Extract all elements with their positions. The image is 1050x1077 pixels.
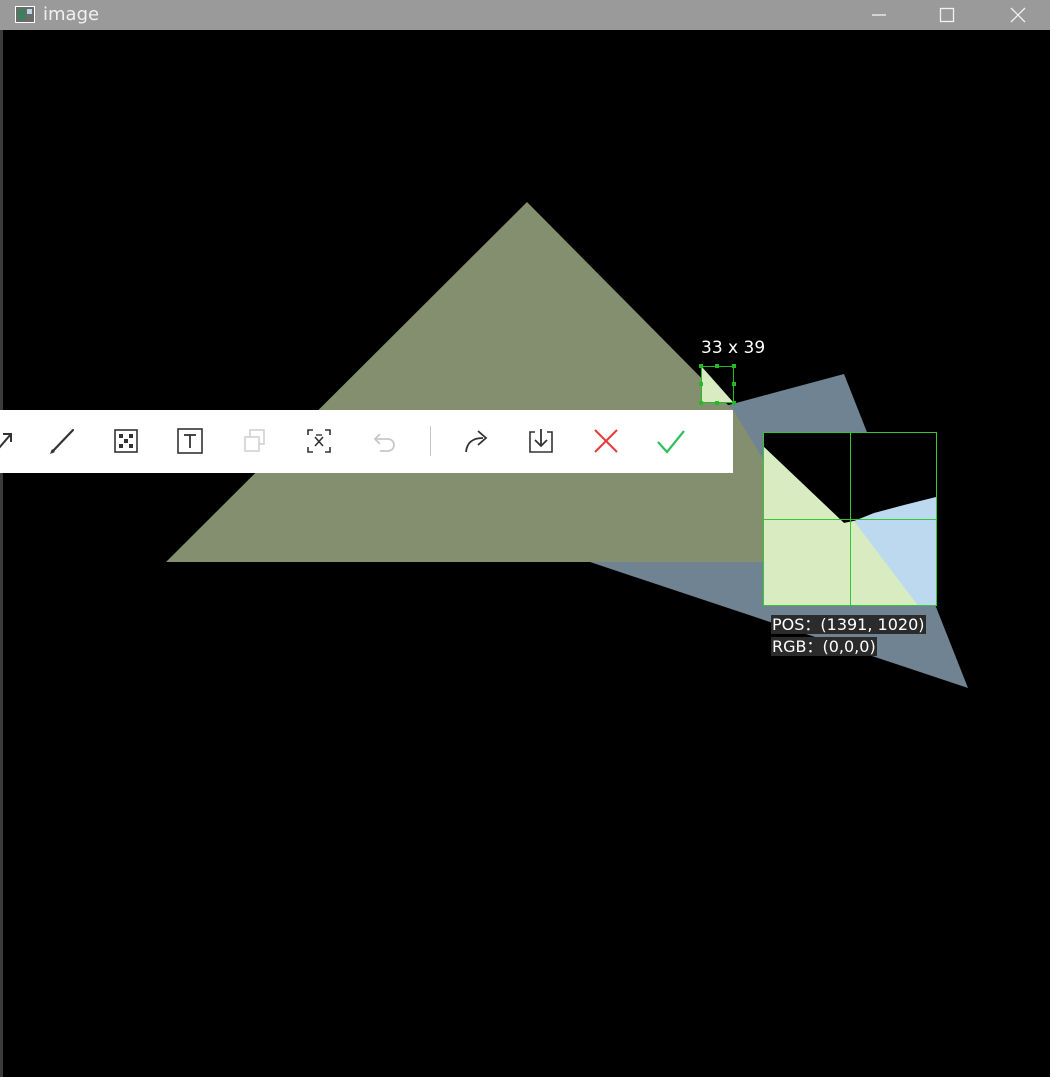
text-tool-button[interactable] xyxy=(174,425,206,457)
resize-handle[interactable] xyxy=(732,364,736,368)
download-tool-button[interactable] xyxy=(525,425,557,457)
cancel-button[interactable] xyxy=(590,425,622,457)
confirm-button[interactable] xyxy=(655,425,687,457)
undo-icon xyxy=(373,433,395,452)
selection-box[interactable] xyxy=(699,364,736,405)
selection-size-label: 33 x 39 xyxy=(701,338,766,358)
resize-handle[interactable] xyxy=(715,401,719,405)
share-tool-button[interactable] xyxy=(461,425,493,457)
resize-handle[interactable] xyxy=(699,364,703,368)
resize-handle[interactable] xyxy=(715,364,719,368)
confirm-icon xyxy=(657,430,685,454)
magnifier-preview xyxy=(763,432,937,606)
ocr-tool-button[interactable] xyxy=(303,425,335,457)
mosaic-tool-button[interactable] xyxy=(110,425,142,457)
mosaic-icon xyxy=(114,429,138,453)
pen-tool-button[interactable] xyxy=(46,425,78,457)
copy-icon xyxy=(244,429,265,452)
pen-icon xyxy=(50,428,75,454)
selection-content xyxy=(702,367,733,402)
ocr-icon xyxy=(307,429,331,453)
arrow-tool-button[interactable] xyxy=(0,425,22,457)
undo-tool-button[interactable] xyxy=(368,425,400,457)
toolbar-divider xyxy=(430,426,431,456)
resize-handle[interactable] xyxy=(732,382,736,386)
pos-readout: POS：(1391, 1020) xyxy=(771,615,926,634)
copy-tool-button[interactable] xyxy=(239,425,271,457)
resize-handle[interactable] xyxy=(699,401,703,405)
pixel-info: POS：(1391, 1020) RGB：(0,0,0) xyxy=(771,614,926,658)
share-icon xyxy=(465,430,488,453)
olive-triangle xyxy=(166,202,765,562)
arrow-icon xyxy=(0,433,12,449)
crosshair-horizontal xyxy=(764,519,936,520)
download-icon xyxy=(529,429,553,453)
resize-handle[interactable] xyxy=(699,382,703,386)
text-icon xyxy=(177,428,203,454)
cancel-icon xyxy=(594,429,618,453)
resize-handle[interactable] xyxy=(732,401,736,405)
screenshot-toolbar xyxy=(0,410,733,473)
rgb-readout: RGB：(0,0,0) xyxy=(771,637,877,656)
